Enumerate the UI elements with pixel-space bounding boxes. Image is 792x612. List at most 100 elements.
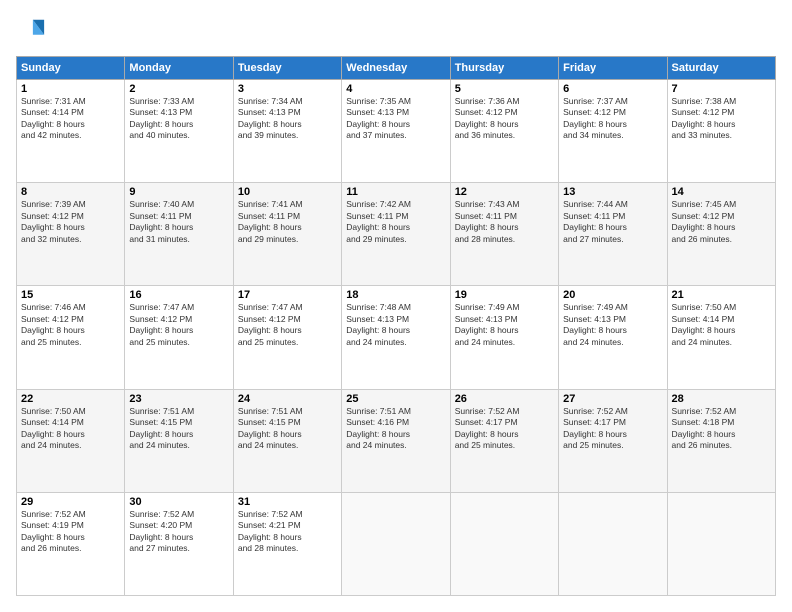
calendar-cell [559, 492, 667, 595]
calendar-cell: 11Sunrise: 7:42 AM Sunset: 4:11 PM Dayli… [342, 183, 450, 286]
day-info: Sunrise: 7:50 AM Sunset: 4:14 PM Dayligh… [672, 302, 771, 348]
day-number: 29 [21, 496, 120, 508]
calendar-cell: 19Sunrise: 7:49 AM Sunset: 4:13 PM Dayli… [450, 286, 558, 389]
calendar-cell: 28Sunrise: 7:52 AM Sunset: 4:18 PM Dayli… [667, 389, 775, 492]
day-info: Sunrise: 7:45 AM Sunset: 4:12 PM Dayligh… [672, 199, 771, 245]
calendar-cell: 5Sunrise: 7:36 AM Sunset: 4:12 PM Daylig… [450, 80, 558, 183]
day-info: Sunrise: 7:41 AM Sunset: 4:11 PM Dayligh… [238, 199, 337, 245]
calendar-cell: 22Sunrise: 7:50 AM Sunset: 4:14 PM Dayli… [17, 389, 125, 492]
day-number: 10 [238, 186, 337, 198]
day-number: 15 [21, 289, 120, 301]
day-info: Sunrise: 7:52 AM Sunset: 4:21 PM Dayligh… [238, 509, 337, 555]
week-row-3: 15Sunrise: 7:46 AM Sunset: 4:12 PM Dayli… [17, 286, 776, 389]
calendar-cell: 25Sunrise: 7:51 AM Sunset: 4:16 PM Dayli… [342, 389, 450, 492]
weekday-sunday: Sunday [17, 57, 125, 80]
logo [16, 16, 50, 46]
week-row-1: 1Sunrise: 7:31 AM Sunset: 4:14 PM Daylig… [17, 80, 776, 183]
day-number: 25 [346, 393, 445, 405]
calendar-cell: 27Sunrise: 7:52 AM Sunset: 4:17 PM Dayli… [559, 389, 667, 492]
calendar-cell: 21Sunrise: 7:50 AM Sunset: 4:14 PM Dayli… [667, 286, 775, 389]
calendar-cell: 13Sunrise: 7:44 AM Sunset: 4:11 PM Dayli… [559, 183, 667, 286]
weekday-monday: Monday [125, 57, 233, 80]
day-number: 11 [346, 186, 445, 198]
weekday-thursday: Thursday [450, 57, 558, 80]
day-info: Sunrise: 7:52 AM Sunset: 4:19 PM Dayligh… [21, 509, 120, 555]
day-info: Sunrise: 7:38 AM Sunset: 4:12 PM Dayligh… [672, 96, 771, 142]
day-number: 24 [238, 393, 337, 405]
weekday-friday: Friday [559, 57, 667, 80]
calendar-cell [450, 492, 558, 595]
week-row-5: 29Sunrise: 7:52 AM Sunset: 4:19 PM Dayli… [17, 492, 776, 595]
day-number: 14 [672, 186, 771, 198]
day-info: Sunrise: 7:39 AM Sunset: 4:12 PM Dayligh… [21, 199, 120, 245]
day-number: 8 [21, 186, 120, 198]
calendar-body: 1Sunrise: 7:31 AM Sunset: 4:14 PM Daylig… [17, 80, 776, 596]
calendar-cell: 4Sunrise: 7:35 AM Sunset: 4:13 PM Daylig… [342, 80, 450, 183]
calendar-cell: 7Sunrise: 7:38 AM Sunset: 4:12 PM Daylig… [667, 80, 775, 183]
day-number: 5 [455, 83, 554, 95]
day-info: Sunrise: 7:42 AM Sunset: 4:11 PM Dayligh… [346, 199, 445, 245]
calendar-cell: 23Sunrise: 7:51 AM Sunset: 4:15 PM Dayli… [125, 389, 233, 492]
day-info: Sunrise: 7:49 AM Sunset: 4:13 PM Dayligh… [563, 302, 662, 348]
week-row-4: 22Sunrise: 7:50 AM Sunset: 4:14 PM Dayli… [17, 389, 776, 492]
day-info: Sunrise: 7:36 AM Sunset: 4:12 PM Dayligh… [455, 96, 554, 142]
day-info: Sunrise: 7:46 AM Sunset: 4:12 PM Dayligh… [21, 302, 120, 348]
week-row-2: 8Sunrise: 7:39 AM Sunset: 4:12 PM Daylig… [17, 183, 776, 286]
day-number: 28 [672, 393, 771, 405]
day-number: 2 [129, 83, 228, 95]
calendar-cell: 1Sunrise: 7:31 AM Sunset: 4:14 PM Daylig… [17, 80, 125, 183]
calendar-cell: 20Sunrise: 7:49 AM Sunset: 4:13 PM Dayli… [559, 286, 667, 389]
day-number: 18 [346, 289, 445, 301]
calendar-cell: 14Sunrise: 7:45 AM Sunset: 4:12 PM Dayli… [667, 183, 775, 286]
calendar-cell: 10Sunrise: 7:41 AM Sunset: 4:11 PM Dayli… [233, 183, 341, 286]
day-info: Sunrise: 7:52 AM Sunset: 4:20 PM Dayligh… [129, 509, 228, 555]
day-number: 17 [238, 289, 337, 301]
calendar-cell [667, 492, 775, 595]
day-info: Sunrise: 7:40 AM Sunset: 4:11 PM Dayligh… [129, 199, 228, 245]
day-info: Sunrise: 7:51 AM Sunset: 4:16 PM Dayligh… [346, 406, 445, 452]
day-number: 22 [21, 393, 120, 405]
day-number: 12 [455, 186, 554, 198]
day-number: 30 [129, 496, 228, 508]
calendar-cell: 9Sunrise: 7:40 AM Sunset: 4:11 PM Daylig… [125, 183, 233, 286]
day-number: 1 [21, 83, 120, 95]
weekday-header-row: SundayMondayTuesdayWednesdayThursdayFrid… [17, 57, 776, 80]
day-info: Sunrise: 7:44 AM Sunset: 4:11 PM Dayligh… [563, 199, 662, 245]
weekday-tuesday: Tuesday [233, 57, 341, 80]
day-info: Sunrise: 7:37 AM Sunset: 4:12 PM Dayligh… [563, 96, 662, 142]
day-info: Sunrise: 7:33 AM Sunset: 4:13 PM Dayligh… [129, 96, 228, 142]
calendar-cell: 30Sunrise: 7:52 AM Sunset: 4:20 PM Dayli… [125, 492, 233, 595]
day-info: Sunrise: 7:48 AM Sunset: 4:13 PM Dayligh… [346, 302, 445, 348]
weekday-saturday: Saturday [667, 57, 775, 80]
calendar-cell: 3Sunrise: 7:34 AM Sunset: 4:13 PM Daylig… [233, 80, 341, 183]
day-number: 4 [346, 83, 445, 95]
calendar-cell: 15Sunrise: 7:46 AM Sunset: 4:12 PM Dayli… [17, 286, 125, 389]
day-info: Sunrise: 7:52 AM Sunset: 4:17 PM Dayligh… [455, 406, 554, 452]
day-info: Sunrise: 7:43 AM Sunset: 4:11 PM Dayligh… [455, 199, 554, 245]
header [16, 16, 776, 46]
day-info: Sunrise: 7:47 AM Sunset: 4:12 PM Dayligh… [238, 302, 337, 348]
calendar-cell [342, 492, 450, 595]
day-number: 6 [563, 83, 662, 95]
day-info: Sunrise: 7:49 AM Sunset: 4:13 PM Dayligh… [455, 302, 554, 348]
day-number: 27 [563, 393, 662, 405]
day-number: 9 [129, 186, 228, 198]
day-number: 7 [672, 83, 771, 95]
day-number: 3 [238, 83, 337, 95]
calendar-cell: 2Sunrise: 7:33 AM Sunset: 4:13 PM Daylig… [125, 80, 233, 183]
calendar-cell: 29Sunrise: 7:52 AM Sunset: 4:19 PM Dayli… [17, 492, 125, 595]
day-number: 26 [455, 393, 554, 405]
day-info: Sunrise: 7:52 AM Sunset: 4:17 PM Dayligh… [563, 406, 662, 452]
calendar-cell: 24Sunrise: 7:51 AM Sunset: 4:15 PM Dayli… [233, 389, 341, 492]
calendar-table: SundayMondayTuesdayWednesdayThursdayFrid… [16, 56, 776, 596]
weekday-wednesday: Wednesday [342, 57, 450, 80]
day-info: Sunrise: 7:50 AM Sunset: 4:14 PM Dayligh… [21, 406, 120, 452]
day-number: 20 [563, 289, 662, 301]
day-number: 21 [672, 289, 771, 301]
calendar-cell: 8Sunrise: 7:39 AM Sunset: 4:12 PM Daylig… [17, 183, 125, 286]
page: SundayMondayTuesdayWednesdayThursdayFrid… [0, 0, 792, 612]
calendar-cell: 18Sunrise: 7:48 AM Sunset: 4:13 PM Dayli… [342, 286, 450, 389]
logo-icon [16, 16, 46, 46]
calendar-cell: 17Sunrise: 7:47 AM Sunset: 4:12 PM Dayli… [233, 286, 341, 389]
day-number: 16 [129, 289, 228, 301]
